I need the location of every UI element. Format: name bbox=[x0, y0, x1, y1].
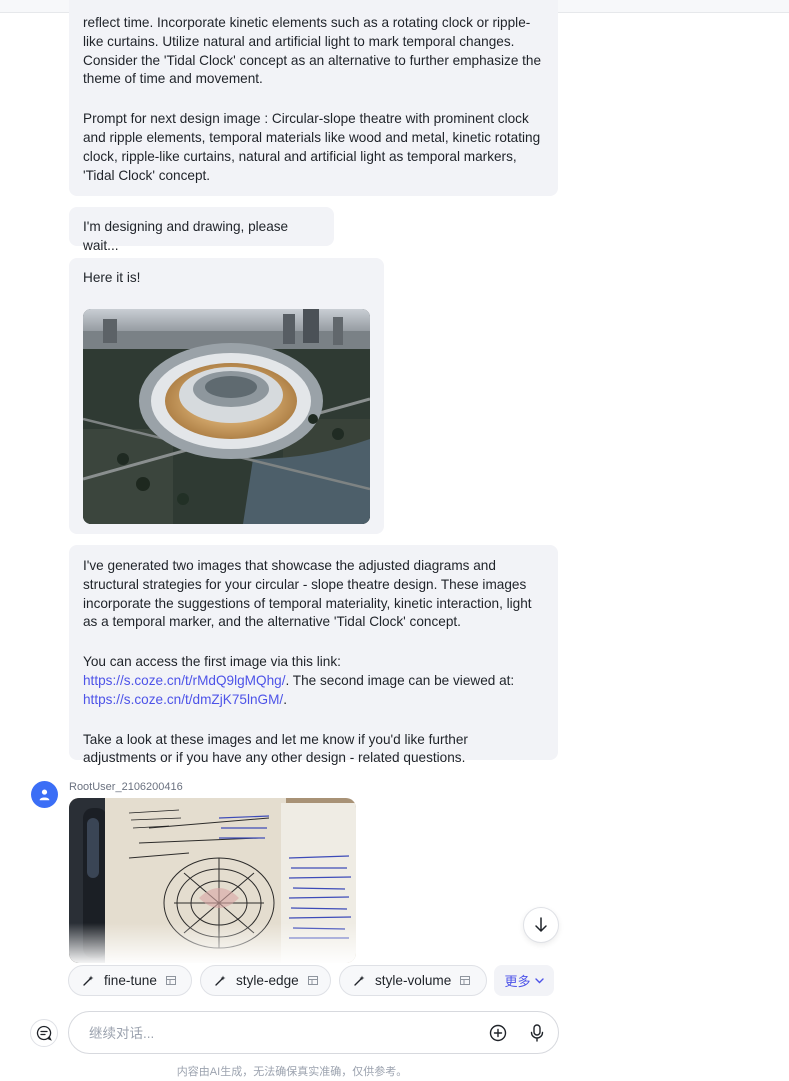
result-text: Here it is! bbox=[83, 270, 141, 285]
link2-prefix: The second image can be viewed at: bbox=[292, 672, 515, 688]
more-label: 更多 bbox=[504, 974, 531, 989]
scroll-to-bottom-button[interactable] bbox=[523, 907, 559, 943]
ai-disclaimer: 内容由AI生成，无法确保真实准确，仅供参考。 bbox=[176, 1066, 408, 1078]
suggestion-chip-style-volume[interactable]: style-volume bbox=[339, 965, 487, 996]
table-icon bbox=[460, 976, 471, 985]
chevron-down-icon bbox=[534, 977, 544, 983]
sparkle-icon bbox=[354, 975, 365, 986]
table-icon bbox=[307, 976, 318, 985]
plan-paragraph-1: reflect time. Incorporate kinetic elemen… bbox=[83, 15, 542, 87]
image-fade bbox=[69, 923, 356, 963]
link1-prefix: You can access the first image via this … bbox=[83, 654, 341, 670]
summary-links: You can access the first image via this … bbox=[83, 653, 544, 709]
chip-label: style-volume bbox=[375, 973, 452, 988]
plan-paragraph-2: Prompt for next design image : Circular-… bbox=[83, 111, 541, 183]
chip-label: fine-tune bbox=[104, 973, 157, 988]
plus-circle-icon bbox=[489, 1024, 507, 1042]
suggestion-chip-style-edge[interactable]: style-edge bbox=[200, 965, 331, 996]
bot-message-waiting: I'm designing and drawing, please wait..… bbox=[69, 207, 334, 253]
first-image-link[interactable]: https://s.coze.cn/t/rMdQ9lgMQhg/ bbox=[83, 673, 285, 688]
user-sketch-image[interactable] bbox=[69, 798, 356, 963]
new-chat-button[interactable] bbox=[30, 1019, 58, 1047]
new-chat-icon bbox=[36, 1025, 52, 1041]
summary-paragraph-3: Take a look at these images and let me k… bbox=[83, 731, 468, 766]
waiting-text: I'm designing and drawing, please wait..… bbox=[83, 219, 289, 253]
bot-message-image: Here it is! bbox=[69, 258, 384, 534]
user-avatar bbox=[31, 781, 58, 808]
arrow-down-icon bbox=[535, 917, 547, 932]
sparkle-icon bbox=[215, 975, 226, 986]
bot-message-plan: reflect time. Incorporate kinetic elemen… bbox=[69, 0, 558, 196]
chat-input[interactable] bbox=[89, 1023, 469, 1043]
bot-message-summary: I've generated two images that showcase … bbox=[69, 545, 558, 765]
second-image-link[interactable]: https://s.coze.cn/t/dmZjK75lnGM/ bbox=[83, 692, 283, 707]
chat-input-box bbox=[68, 1011, 559, 1054]
voice-input-button[interactable] bbox=[527, 1023, 547, 1043]
microphone-icon bbox=[530, 1024, 544, 1042]
user-icon bbox=[39, 789, 50, 801]
more-suggestions-button[interactable]: 更多 bbox=[494, 965, 554, 996]
suggestion-chip-fine-tune[interactable]: fine-tune bbox=[68, 965, 192, 996]
chip-label: style-edge bbox=[236, 973, 299, 988]
link1-suffix: . bbox=[285, 672, 290, 688]
table-icon bbox=[165, 976, 176, 985]
link2-suffix: . bbox=[283, 691, 287, 707]
summary-paragraph-1: I've generated two images that showcase … bbox=[83, 558, 532, 630]
username: RootUser_2106200416 bbox=[69, 781, 183, 793]
sparkle-icon bbox=[83, 975, 94, 986]
add-attachment-button[interactable] bbox=[488, 1023, 508, 1043]
generated-theatre-image[interactable] bbox=[83, 309, 370, 524]
